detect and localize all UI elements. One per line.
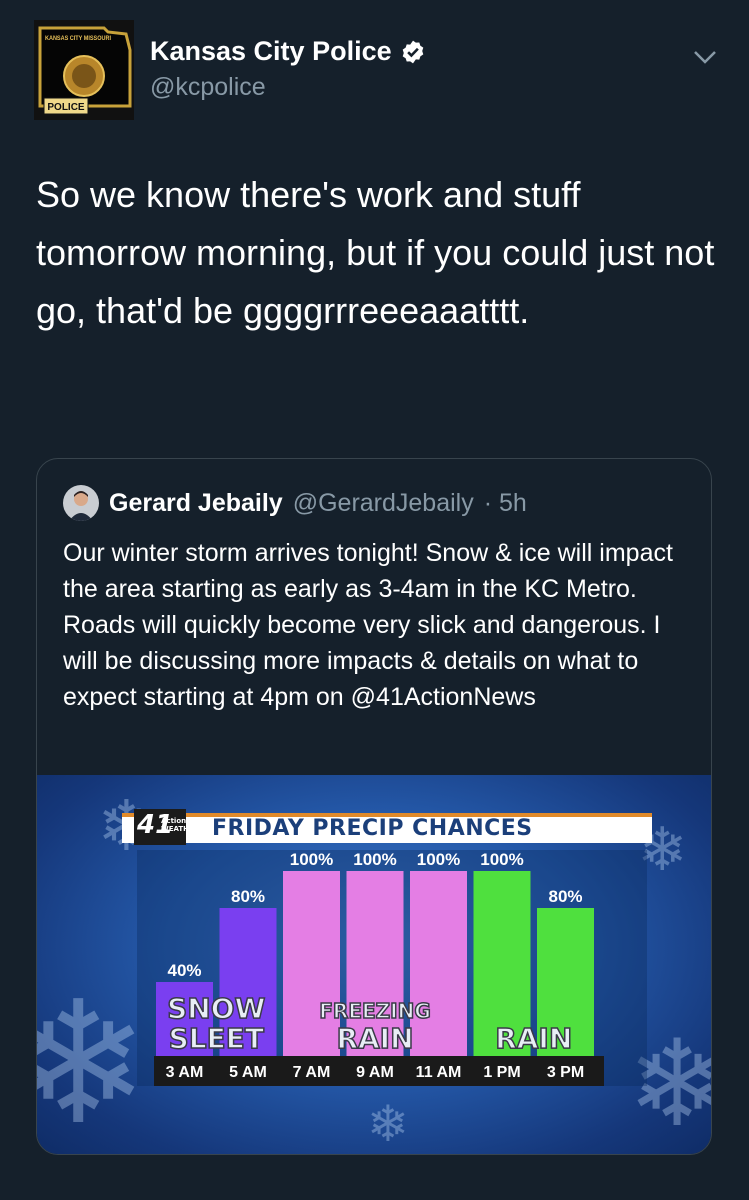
time-tick-label: 7 AM <box>293 1064 331 1081</box>
bar-value-label: 100% <box>353 850 396 869</box>
time-tick-label: 9 AM <box>356 1064 394 1081</box>
tweet-text: So we know there's work and stuff tomorr… <box>36 174 715 331</box>
badge-text-top: KANSAS CITY MISSOURI <box>45 35 111 42</box>
precip-type-label: FREEZING <box>319 999 430 1023</box>
bar-11am <box>410 871 467 1056</box>
badge-text-bottom: POLICE <box>47 102 85 113</box>
time-tick-label: 5 AM <box>229 1064 267 1081</box>
author-handle[interactable]: @kcpolice <box>150 73 426 102</box>
bar-value-label: 100% <box>417 850 460 869</box>
precip-type-label: SLEET <box>169 1022 264 1055</box>
quoted-author-avatar[interactable] <box>63 485 99 521</box>
quoted-tweet-card[interactable]: Gerard Jebaily @GerardJebaily · 5h Our w… <box>36 458 712 1155</box>
precip-bar-chart: 40% 80% 100% 100% 100% 100% 80% SNOWSLEET FREEZ… <box>137 850 647 1086</box>
bar-value-label: 100% <box>480 850 523 869</box>
author-block: Kansas City Police @kcpolice <box>150 36 426 102</box>
quoted-timestamp[interactable]: · 5h <box>484 489 527 518</box>
quoted-author-handle[interactable]: @GerardJebaily <box>293 489 474 518</box>
verified-badge-icon <box>402 40 423 63</box>
bar-value-label: 80% <box>548 887 582 906</box>
precip-type-label: SNOW <box>167 992 265 1025</box>
bar-value-label: 100% <box>290 850 333 869</box>
time-tick-label: 11 AM <box>416 1064 462 1081</box>
bar-7am <box>283 871 340 1056</box>
author-name[interactable]: Kansas City Police <box>150 36 392 67</box>
precip-type-label: RAIN <box>336 1022 413 1055</box>
quoted-tweet-header: Gerard Jebaily @GerardJebaily · 5h <box>63 485 527 521</box>
weather-graphic[interactable]: ❄ ❄ ❄ ❄ ❄ 41 Action WEATHER FRIDAY PRECI… <box>37 775 711 1154</box>
bar-value-label: 40% <box>167 961 201 980</box>
time-tick-label: 3 PM <box>547 1064 584 1081</box>
chevron-down-icon[interactable] <box>690 45 720 69</box>
kcpd-badge-avatar[interactable]: POLICE KANSAS CITY MISSOURI <box>34 20 134 120</box>
time-tick-label: 1 PM <box>483 1064 520 1081</box>
quoted-author-name[interactable]: Gerard Jebaily <box>109 489 283 518</box>
precip-type-label: RAIN <box>495 1022 572 1055</box>
bar-value-label: 80% <box>231 887 265 906</box>
tweet-header: POLICE KANSAS CITY MISSOURI Kansas City … <box>0 0 749 130</box>
time-tick-label: 3 AM <box>166 1064 204 1081</box>
quoted-tweet-text: Our winter storm arrives tonight! Snow &… <box>63 539 673 711</box>
